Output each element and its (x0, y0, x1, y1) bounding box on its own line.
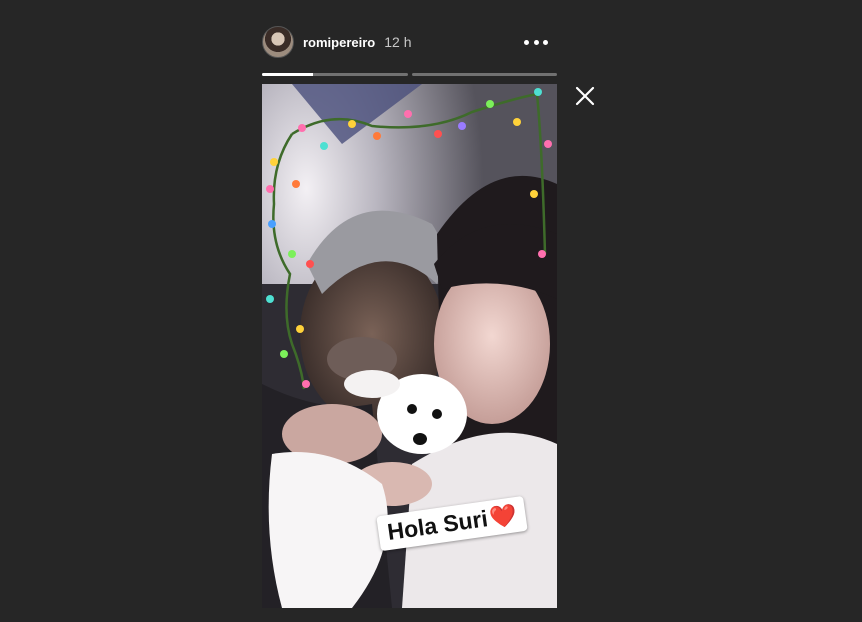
close-icon[interactable] (575, 86, 595, 106)
progress-segment (262, 73, 408, 76)
avatar[interactable] (262, 26, 294, 58)
progress-fill (262, 73, 313, 76)
timestamp: 12 h (384, 34, 412, 50)
progress-segment (411, 73, 557, 76)
story-viewer: romipereiro 12 h Hola Suri ❤️ (0, 0, 862, 622)
story-progress (262, 73, 557, 76)
more-options-icon[interactable] (524, 33, 548, 51)
story-media[interactable]: Hola Suri ❤️ (262, 84, 557, 608)
dot-icon (543, 39, 548, 45)
story-header: romipereiro 12 h (262, 25, 557, 59)
heart-emoji-icon: ❤️ (487, 501, 519, 531)
username[interactable]: romipereiro (303, 35, 375, 50)
dot-icon (524, 39, 529, 45)
dot-icon (533, 39, 539, 45)
